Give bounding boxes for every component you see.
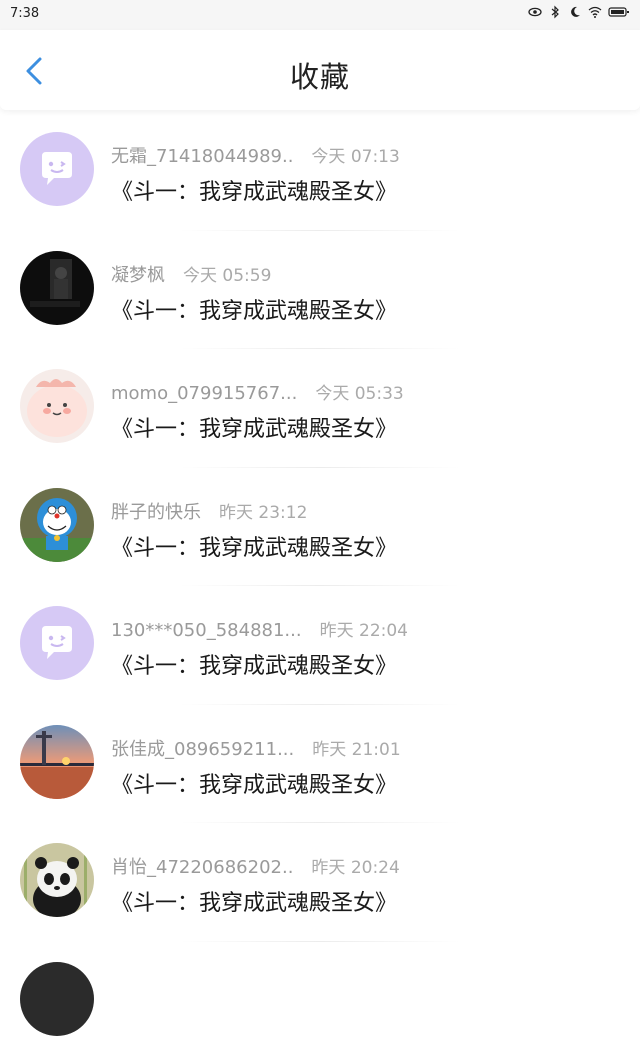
book-title: 《斗一：我穿成武魂殿圣女》 xyxy=(111,293,397,325)
timestamp: 昨天 23:12 xyxy=(219,498,307,523)
moon-icon xyxy=(568,5,582,19)
avatar[interactable] xyxy=(20,369,94,443)
user-name: 张佳成_089659211... xyxy=(111,735,294,761)
avatar[interactable] xyxy=(20,962,94,1036)
status-time: 7:38 xyxy=(10,6,39,21)
list-item[interactable]: 130***050_584881... 昨天 22:04 《斗一：我穿成武魂殿圣… xyxy=(0,586,640,705)
avatar[interactable] xyxy=(20,606,94,680)
list-item-partial[interactable] xyxy=(0,942,640,1060)
user-name: 胖子的快乐 xyxy=(111,498,201,524)
battery-icon xyxy=(608,5,630,19)
list-item[interactable]: momo_079915767... 今天 05:33 《斗一：我穿成武魂殿圣女》 xyxy=(0,349,640,468)
timestamp: 昨天 20:24 xyxy=(311,853,399,878)
book-title: 《斗一：我穿成武魂殿圣女》 xyxy=(111,411,397,443)
user-name: 无霜_71418044989.. xyxy=(111,142,293,168)
avatar[interactable] xyxy=(20,843,94,917)
avatar[interactable] xyxy=(20,488,94,562)
list-item[interactable]: 张佳成_089659211... 昨天 21:01 《斗一：我穿成武魂殿圣女》 xyxy=(0,705,640,824)
bluetooth-icon xyxy=(548,5,562,19)
top-bar: 收藏 xyxy=(0,30,640,110)
user-name: momo_079915767... xyxy=(111,383,297,404)
eye-icon xyxy=(528,5,542,19)
status-icons xyxy=(528,5,630,19)
wifi-icon xyxy=(588,5,602,19)
book-title: 《斗一：我穿成武魂殿圣女》 xyxy=(111,174,397,206)
book-title: 《斗一：我穿成武魂殿圣女》 xyxy=(111,767,397,799)
timestamp: 昨天 22:04 xyxy=(320,616,408,641)
avatar[interactable] xyxy=(20,132,94,206)
avatar[interactable] xyxy=(20,251,94,325)
list-item[interactable]: 胖子的快乐 昨天 23:12 《斗一：我穿成武魂殿圣女》 xyxy=(0,468,640,587)
book-title: 《斗一：我穿成武魂殿圣女》 xyxy=(111,648,397,680)
list-item[interactable]: 凝梦枫 今天 05:59 《斗一：我穿成武魂殿圣女》 xyxy=(0,231,640,350)
page-title: 收藏 xyxy=(0,54,640,96)
book-title: 《斗一：我穿成武魂殿圣女》 xyxy=(111,885,397,917)
timestamp: 昨天 21:01 xyxy=(312,735,400,760)
timestamp: 今天 05:59 xyxy=(183,261,271,286)
timestamp: 今天 05:33 xyxy=(315,379,403,404)
list-item[interactable]: 肖怡_47220686202.. 昨天 20:24 《斗一：我穿成武魂殿圣女》 xyxy=(0,823,640,942)
timestamp: 今天 07:13 xyxy=(311,142,399,167)
user-name: 130***050_584881... xyxy=(111,620,302,641)
status-bar: 7:38 xyxy=(0,0,640,30)
user-name: 肖怡_47220686202.. xyxy=(111,853,293,879)
book-title: 《斗一：我穿成武魂殿圣女》 xyxy=(111,530,397,562)
list-item[interactable]: 无霜_71418044989.. 今天 07:13 《斗一：我穿成武魂殿圣女》 xyxy=(0,112,640,231)
avatar[interactable] xyxy=(20,725,94,799)
user-name: 凝梦枫 xyxy=(111,261,165,287)
favorites-list: 无霜_71418044989.. 今天 07:13 《斗一：我穿成武魂殿圣女》 … xyxy=(0,112,640,1060)
